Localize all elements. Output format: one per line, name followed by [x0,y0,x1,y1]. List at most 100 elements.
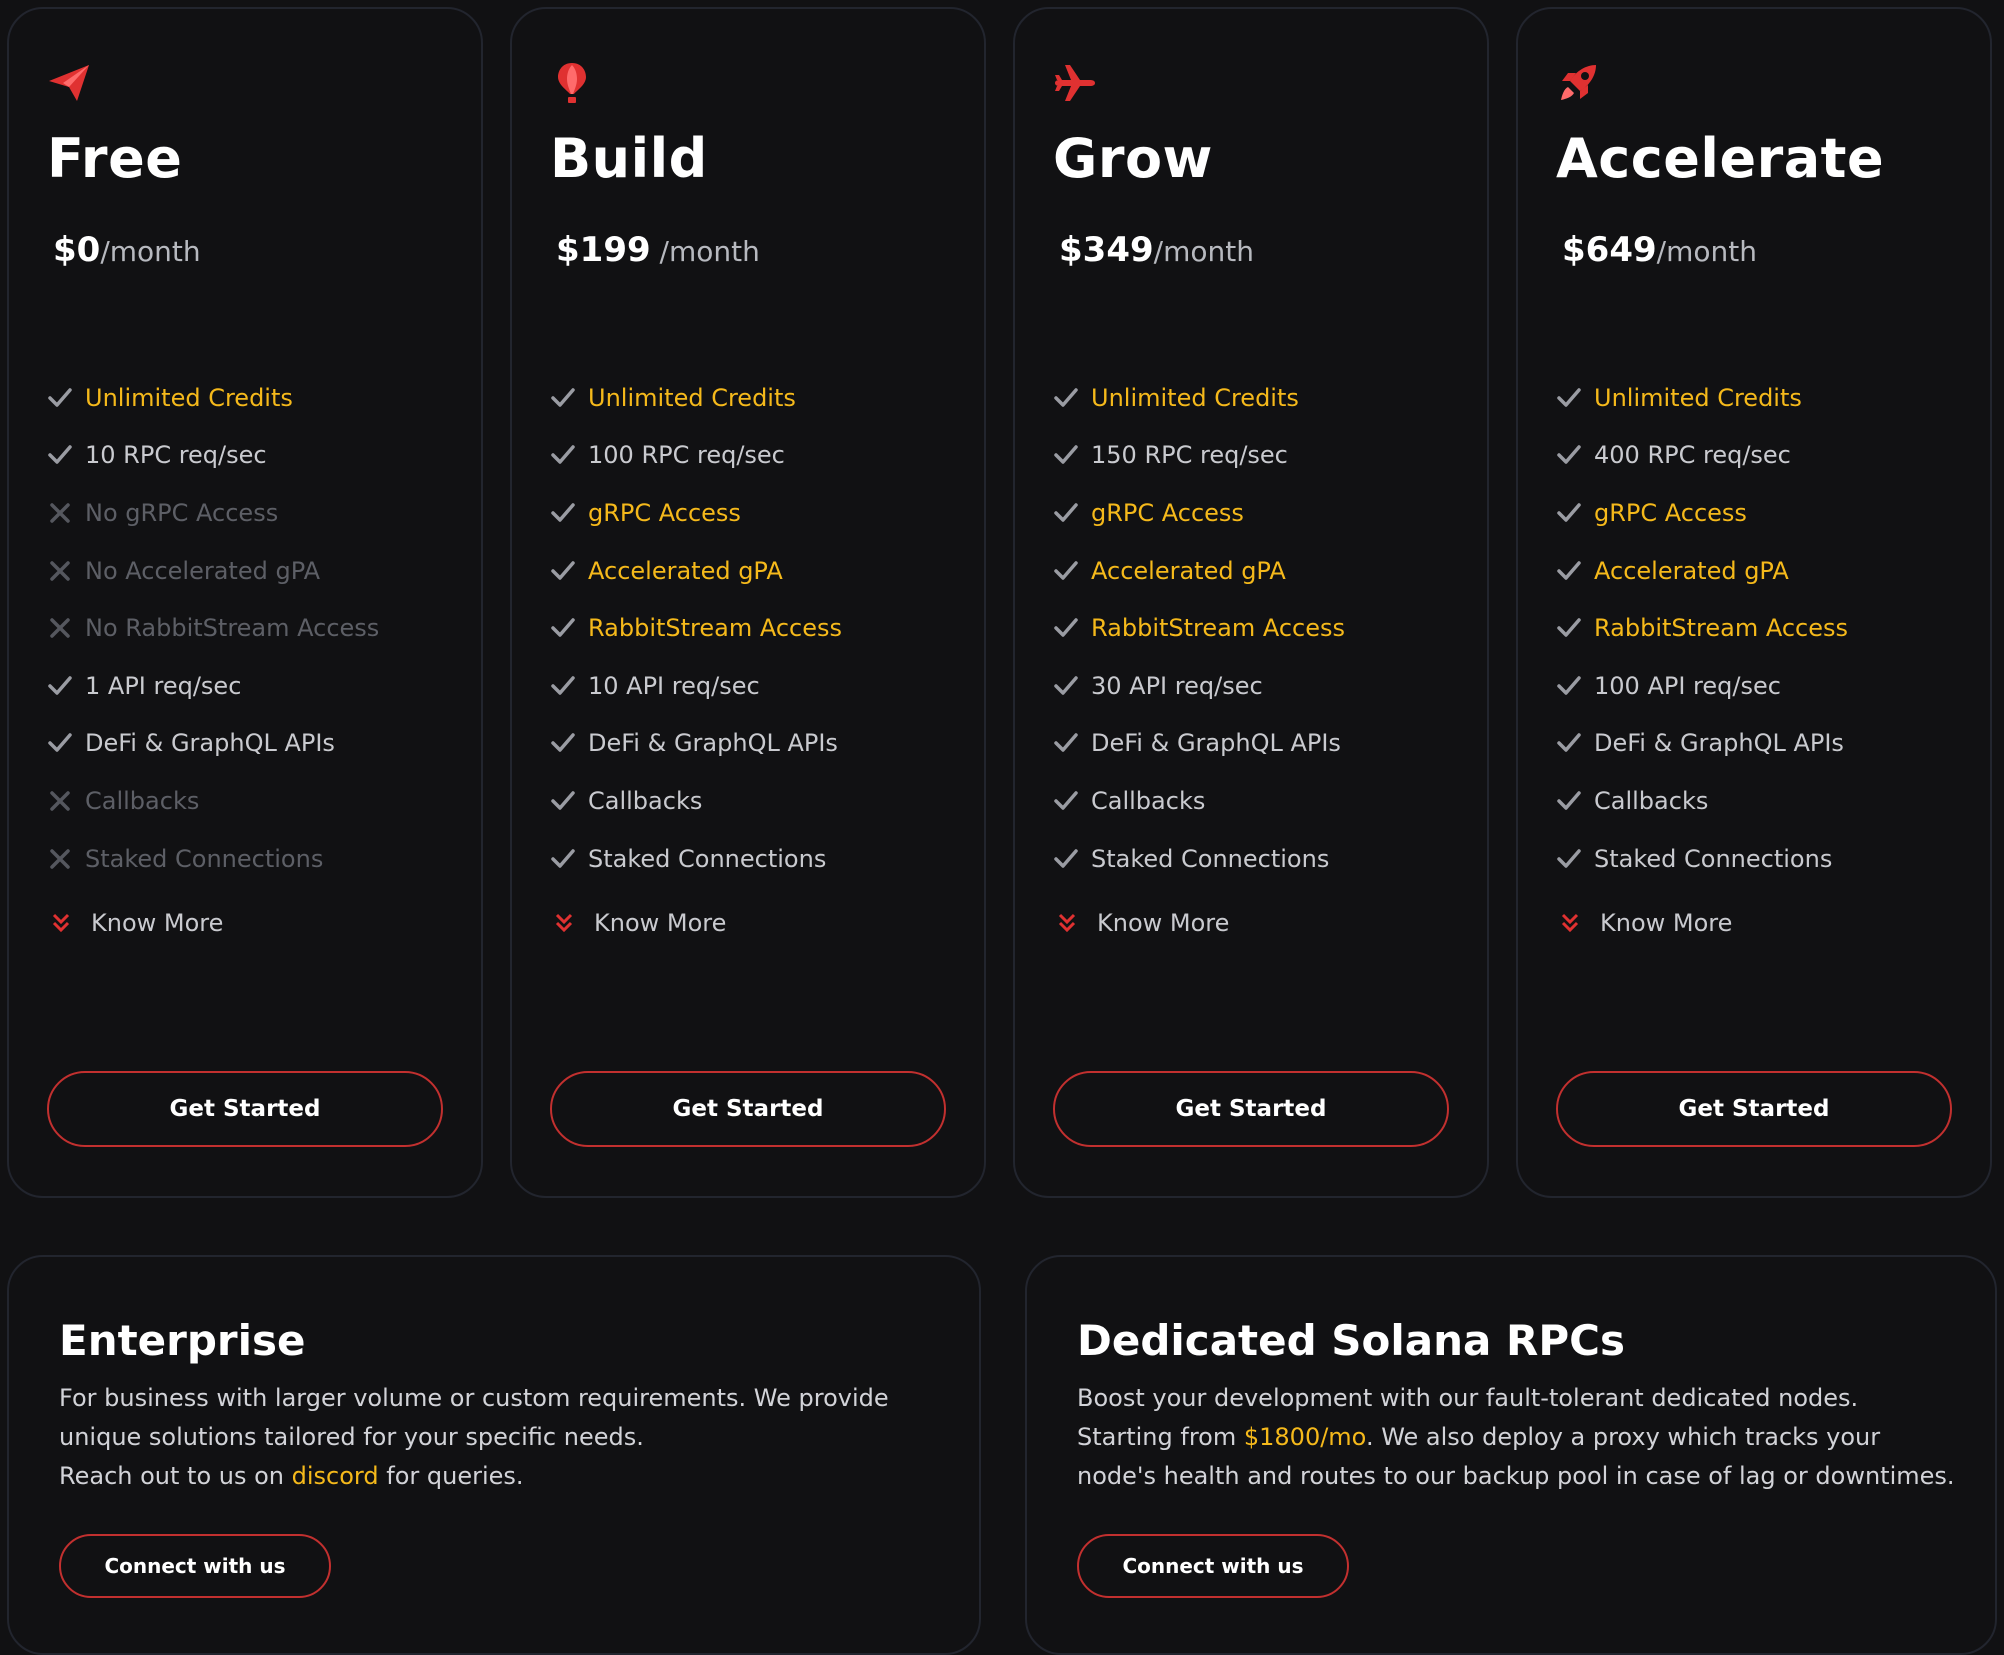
check-icon [1053,788,1091,814]
feature-item: DeFi & GraphQL APIs [1556,715,1848,773]
feature-label: 150 RPC req/sec [1091,441,1288,470]
check-icon [550,788,588,814]
discord-link[interactable]: discord [292,1462,379,1490]
airplane-icon [1053,61,1097,105]
feature-label: 100 API req/sec [1594,671,1781,700]
check-icon [1053,442,1091,468]
check-icon [1053,730,1091,756]
enterprise-text-1: For business with larger volume or custo… [59,1384,889,1451]
cross-icon [47,500,85,526]
connect-with-us-button[interactable]: Connect with us [59,1534,331,1598]
feature-label: Unlimited Credits [588,383,796,412]
feature-label: Callbacks [1594,786,1709,815]
feature-item: Accelerated gPA [550,542,842,600]
know-more-link[interactable]: Know More [1560,909,1732,937]
price-amount: $349 [1059,230,1154,270]
feature-label: DeFi & GraphQL APIs [1091,729,1341,758]
check-icon [550,500,588,526]
pricing-plans: Free $0/month Unlimited Credits 10 RPC re… [7,7,1992,1198]
get-started-button[interactable]: Get Started [1053,1071,1449,1147]
feature-item: DeFi & GraphQL APIs [550,715,842,773]
feature-label: Staked Connections [85,844,324,873]
plan-name: Free [47,127,183,190]
feature-item: Unlimited Credits [550,369,842,427]
feature-item: DeFi & GraphQL APIs [47,715,379,773]
feature-label: No Accelerated gPA [85,556,321,585]
feature-label: Accelerated gPA [588,556,783,585]
check-icon [47,385,85,411]
know-more-link[interactable]: Know More [554,909,726,937]
feature-list: Unlimited Credits 100 RPC req/sec gRPC Acc… [550,369,842,887]
chevron-double-down-icon [52,913,70,933]
plan-name: Accelerate [1556,127,1885,190]
feature-label: No RabbitStream Access [85,614,380,643]
feature-item: 30 API req/sec [1053,657,1345,715]
feature-label: Unlimited Credits [1091,383,1299,412]
plan-price: $0/month [53,227,201,279]
cross-icon [47,846,85,872]
price-unit: /month [650,235,760,268]
feature-label: gRPC Access [1594,498,1747,527]
plan-name: Build [550,127,708,190]
feature-item: gRPC Access [1053,484,1345,542]
feature-item: 100 RPC req/sec [550,427,842,485]
know-more-link[interactable]: Know More [1057,909,1229,937]
feature-label: Callbacks [85,786,200,815]
paper-plane-icon [47,61,91,105]
feature-label: Staked Connections [588,844,827,873]
feature-label: RabbitStream Access [588,614,843,643]
check-icon [550,385,588,411]
feature-item: 10 API req/sec [550,657,842,715]
connect-with-us-button[interactable]: Connect with us [1077,1534,1349,1598]
feature-item: Callbacks [47,772,379,830]
feature-label: Staked Connections [1594,844,1833,873]
price-unit: /month [100,235,201,268]
dedicated-price: $1800/mo [1243,1423,1366,1451]
check-icon [1556,846,1594,872]
feature-item: DeFi & GraphQL APIs [1053,715,1345,773]
feature-item: RabbitStream Access [1053,599,1345,657]
feature-label: RabbitStream Access [1091,614,1346,643]
feature-item: No gRPC Access [47,484,379,542]
get-started-button[interactable]: Get Started [550,1071,946,1147]
chevron-double-down-icon [555,913,573,933]
check-icon [550,846,588,872]
enterprise-text-2-prefix: Reach out to us on [59,1462,292,1490]
price-unit: /month [1656,235,1757,268]
feature-label: No gRPC Access [85,498,279,527]
cross-icon [47,788,85,814]
know-more-link[interactable]: Know More [51,909,223,937]
check-icon [550,730,588,756]
price-amount: $0 [53,230,101,270]
check-icon [1556,442,1594,468]
feature-item: Staked Connections [1556,830,1848,888]
plan-name: Grow [1053,127,1213,190]
know-more-label: Know More [1097,909,1230,937]
check-icon [1053,615,1091,641]
feature-label: Staked Connections [1091,844,1330,873]
feature-item: 150 RPC req/sec [1053,427,1345,485]
check-icon [550,673,588,699]
feature-item: RabbitStream Access [1556,599,1848,657]
check-icon [1053,385,1091,411]
dedicated-title: Dedicated Solana RPCs [1077,1316,1625,1365]
price-amount: $199 [556,230,651,270]
feature-item: gRPC Access [1556,484,1848,542]
know-more-label: Know More [594,909,727,937]
hot-air-balloon-icon [550,61,594,105]
feature-label: Callbacks [1091,786,1206,815]
plan-price: $649/month [1562,227,1757,279]
feature-label: 400 RPC req/sec [1594,441,1791,470]
check-icon [1053,846,1091,872]
feature-item: RabbitStream Access [550,599,842,657]
plan-card-build: Build $199 /month Unlimited Credits 100 R… [510,7,986,1198]
check-icon [1556,558,1594,584]
feature-item: Accelerated gPA [1556,542,1848,600]
feature-item: No RabbitStream Access [47,599,379,657]
get-started-button[interactable]: Get Started [1556,1071,1952,1147]
feature-item: Callbacks [1053,772,1345,830]
check-icon [1556,385,1594,411]
check-icon [550,442,588,468]
get-started-button[interactable]: Get Started [47,1071,443,1147]
feature-list: Unlimited Credits 150 RPC req/sec gRPC Acc… [1053,369,1345,887]
